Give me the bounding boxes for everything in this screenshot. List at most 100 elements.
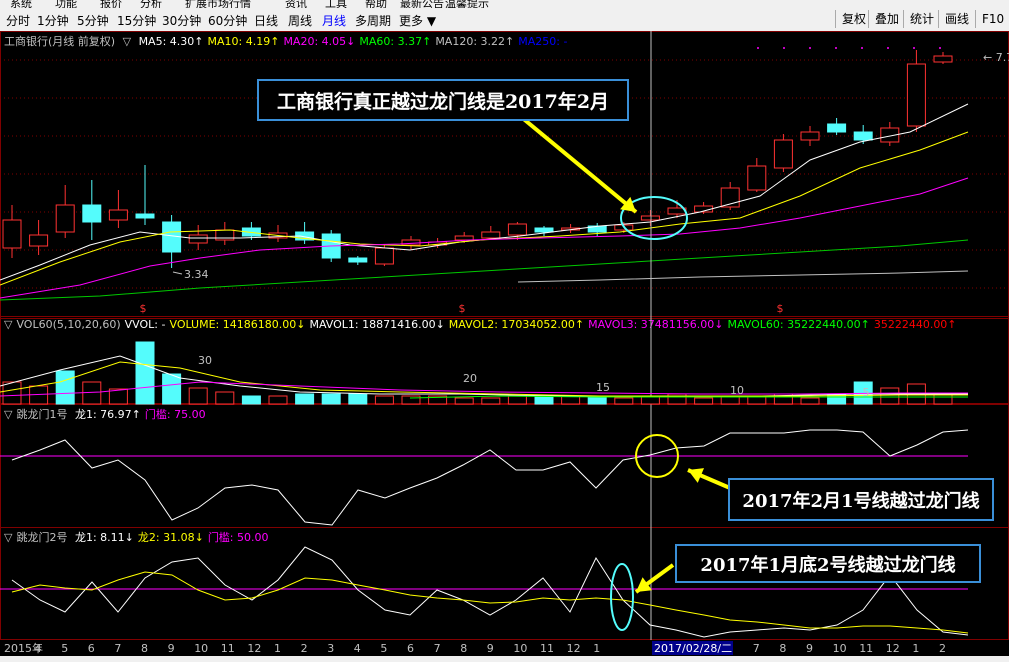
volume-bar: [614, 397, 634, 405]
candle-body: [933, 55, 953, 63]
signal-dot: [939, 47, 941, 49]
x-axis-label: 2: [939, 642, 946, 655]
candle-body: [348, 257, 368, 263]
candle-body: [853, 131, 873, 141]
x-axis-label: 8: [141, 642, 148, 655]
x-axis-label: 5: [380, 642, 387, 655]
candle-body: [773, 139, 793, 169]
signal-dot: [887, 47, 889, 49]
signal-dot: [835, 47, 837, 49]
annotation-bottom: 2017年1月底2号线越过龙门线: [675, 544, 981, 583]
signal-dot: [861, 47, 863, 49]
x-axis-label: 1: [274, 642, 281, 655]
x-axis-label: 7: [434, 642, 441, 655]
volume-bar: [880, 387, 900, 405]
annotation-arrow-head: [636, 577, 653, 592]
candle-body: [481, 231, 501, 239]
cursor-date-label: 2017/02/28/二: [654, 642, 732, 655]
volume-bar: [215, 391, 235, 405]
signal-dot: [757, 47, 759, 49]
candle-body: [640, 215, 660, 221]
x-axis-label: 11: [859, 642, 873, 655]
x-axis-bg: [0, 640, 1009, 656]
volume-bar: [268, 395, 288, 405]
candle-body: [534, 227, 554, 233]
volume-bar: [800, 397, 820, 405]
signal-marker: $: [459, 302, 466, 315]
panel-border: [0, 31, 1009, 319]
candle-body: [906, 63, 926, 127]
volume-bar: [135, 341, 155, 405]
signal-dot: [913, 47, 915, 49]
x-axis-label: 11: [540, 642, 554, 655]
volume-bar: [188, 387, 208, 405]
signal-marker: $: [777, 302, 784, 315]
x-axis-label: 3: [327, 642, 334, 655]
x-axis-label: 4: [354, 642, 361, 655]
x-axis-label: 10: [833, 642, 847, 655]
volume-bar: [507, 395, 527, 405]
signal-dot: [783, 47, 785, 49]
candle-body: [82, 204, 102, 223]
x-axis-label: 4: [35, 642, 42, 655]
candle-body: [29, 234, 49, 247]
volume-bar: [534, 395, 554, 405]
ma120-line: [517, 270, 969, 283]
x-axis-label: 7: [753, 642, 760, 655]
volume-bar: [55, 370, 75, 405]
x-axis-label: 12: [247, 642, 261, 655]
x-axis-label: 8: [460, 642, 467, 655]
annotation-mid: 2017年2月1号线越过龙门线: [728, 478, 994, 521]
candle-body: [108, 209, 128, 221]
x-axis-label: 7: [114, 642, 121, 655]
low-price-pointer: [172, 271, 183, 275]
volume-level-label: 20: [463, 372, 477, 385]
volume-bar: [348, 393, 368, 405]
volume-bar: [481, 397, 501, 405]
signal-marker: $: [140, 302, 147, 315]
x-axis-label: 10: [194, 642, 208, 655]
volume-bar: [241, 395, 261, 405]
volume-bar: [374, 395, 394, 405]
x-axis-label: 1: [593, 642, 600, 655]
candle-body: [55, 204, 75, 233]
candle-body: [800, 131, 820, 141]
volume-level-label: 30: [198, 354, 212, 367]
x-axis-label: 12: [567, 642, 581, 655]
volume-bar: [321, 393, 341, 405]
low-price-label: 3.34: [184, 268, 209, 281]
volume-bar: [694, 397, 714, 405]
volume-bar: [401, 395, 421, 405]
high-price-label: ← 7.70: [983, 51, 1009, 64]
x-axis-label: 12: [886, 642, 900, 655]
status-bar: [0, 656, 1009, 662]
x-axis-label: 5: [61, 642, 68, 655]
x-axis-label: 8: [779, 642, 786, 655]
candle-body: [747, 165, 767, 191]
x-axis-label: 9: [806, 642, 813, 655]
volume-bar: [295, 393, 315, 405]
x-axis-label: 9: [487, 642, 494, 655]
candle-body: [188, 234, 208, 244]
volume-level-label: 5: [863, 386, 870, 399]
candle-body: [454, 235, 474, 241]
highlight-ellipse: [610, 563, 634, 631]
candle-body: [827, 123, 847, 133]
annotation-top: 工商银行真正越过龙门线是2017年2月: [257, 79, 629, 121]
volume-bar: [2, 381, 22, 405]
candle-body: [401, 239, 421, 246]
volume-bar: [162, 373, 182, 405]
candle-body: [507, 223, 527, 236]
volume-level-label: 15: [596, 381, 610, 394]
volume-level-label: 10: [730, 384, 744, 397]
x-axis-label: 6: [88, 642, 95, 655]
x-axis-label: 11: [221, 642, 235, 655]
candle-body: [2, 219, 22, 249]
x-axis-label: 10: [513, 642, 527, 655]
candle-body: [374, 247, 394, 265]
x-axis-label: 6: [407, 642, 414, 655]
x-axis-label: 9: [168, 642, 175, 655]
signal-dot: [809, 47, 811, 49]
volume-bar: [933, 393, 953, 405]
volume-bar: [454, 397, 474, 405]
